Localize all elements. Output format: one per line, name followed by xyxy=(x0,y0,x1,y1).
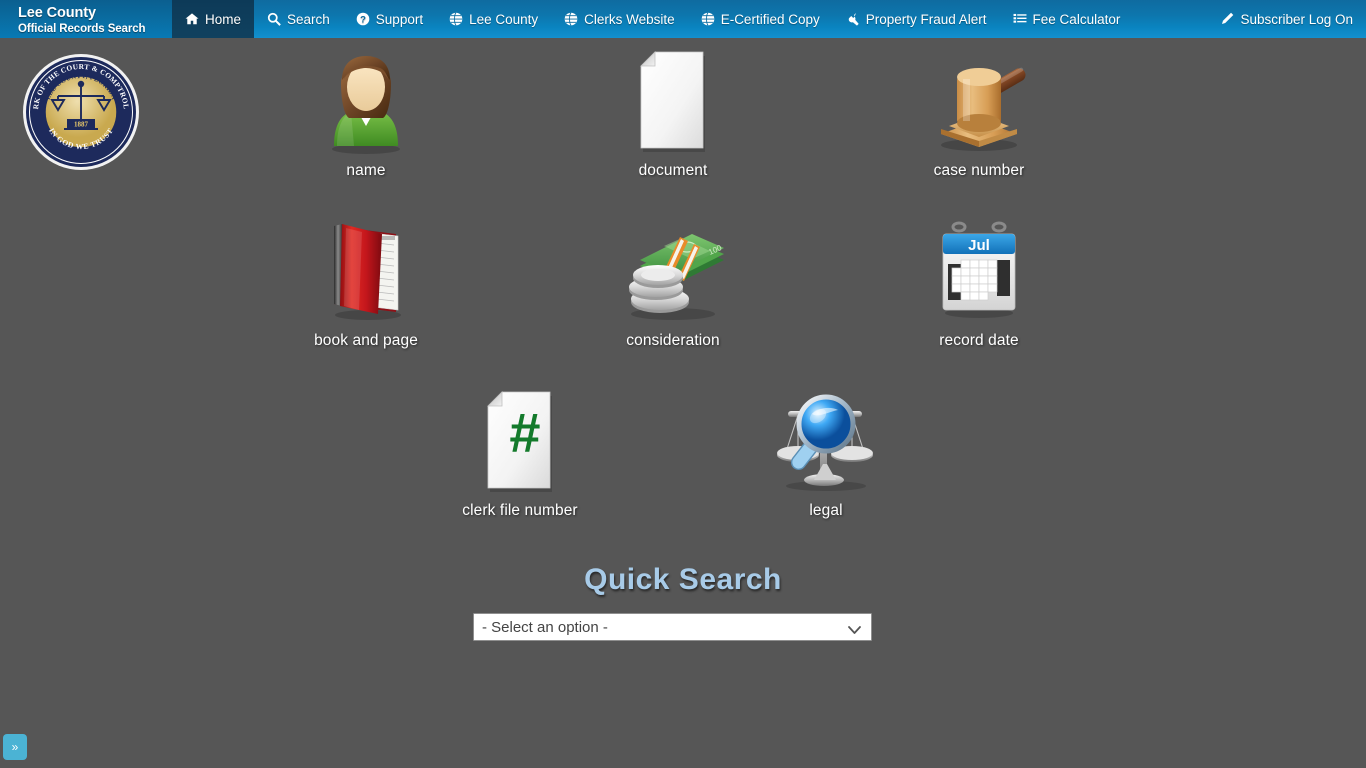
tile-name-label: name xyxy=(346,162,386,179)
search-icon xyxy=(267,12,281,26)
tile-document[interactable]: document xyxy=(573,42,773,180)
tile-consideration-label: consideration xyxy=(626,332,720,349)
nav-item-list: Home Search ? Support Lee County Clerks … xyxy=(172,0,1366,38)
gavel-icon xyxy=(879,42,1079,154)
globe-icon xyxy=(564,12,578,26)
nav-item-subscriber-log-on[interactable]: Subscriber Log On xyxy=(1207,0,1366,38)
globe-icon xyxy=(701,12,715,26)
tile-legal[interactable]: legal xyxy=(726,382,926,520)
tile-clerk-file-number-label: clerk file number xyxy=(462,502,578,519)
nav-item-support-label: Support xyxy=(375,11,424,27)
nav-item-home[interactable]: Home xyxy=(172,0,255,38)
nav-item-lee-county[interactable]: Lee County xyxy=(436,0,551,38)
wrench-icon xyxy=(846,12,860,26)
scales-magnifier-icon xyxy=(726,382,926,494)
pencil-icon xyxy=(1220,12,1234,26)
tile-clerk-file-number[interactable]: # clerk file number xyxy=(420,382,620,520)
top-navigation-bar: Lee County Official Records Search Home … xyxy=(0,0,1366,38)
tile-row-1: name document case number xyxy=(0,38,1366,208)
nav-item-support[interactable]: ? Support xyxy=(343,0,436,38)
calendar-month-label: Jul xyxy=(968,237,990,254)
list-icon xyxy=(1013,12,1027,26)
person-icon xyxy=(266,42,466,154)
nav-item-property-fraud-alert[interactable]: Property Fraud Alert xyxy=(833,0,1000,38)
nav-item-subscriber-log-on-label: Subscriber Log On xyxy=(1240,11,1353,27)
nav-item-search-label: Search xyxy=(287,11,330,27)
tile-legal-label: legal xyxy=(809,502,843,519)
nav-item-property-fraud-alert-label: Property Fraud Alert xyxy=(865,11,987,27)
nav-item-e-certified-copy-label: E-Certified Copy xyxy=(720,11,820,27)
tile-case-number-label: case number xyxy=(933,162,1025,179)
quick-search-select-wrap: - Select an option - xyxy=(473,613,872,641)
nav-item-lee-county-label: Lee County xyxy=(469,11,539,27)
tile-record-date[interactable]: Jul record date xyxy=(879,212,1079,350)
brand-subtitle: Official Records Search xyxy=(18,22,146,35)
sidebar-expand-toggle[interactable]: » xyxy=(3,734,27,760)
nav-item-search[interactable]: Search xyxy=(254,0,343,38)
red-book-icon xyxy=(266,212,466,324)
brand-title: Lee County xyxy=(18,5,96,22)
hash-page-icon: # xyxy=(420,382,620,494)
globe-icon xyxy=(449,12,463,26)
nav-item-clerks-website[interactable]: Clerks Website xyxy=(551,0,688,38)
document-icon xyxy=(573,42,773,154)
nav-item-clerks-website-label: Clerks Website xyxy=(584,11,675,27)
nav-item-fee-calculator[interactable]: Fee Calculator xyxy=(1000,0,1134,38)
money-coins-icon: 100 xyxy=(573,212,773,324)
nav-item-home-label: Home xyxy=(205,11,242,27)
brand-block[interactable]: Lee County Official Records Search xyxy=(0,0,172,38)
svg-text:?: ? xyxy=(360,15,366,26)
tile-document-label: document xyxy=(638,162,708,179)
tile-book-and-page-label: book and page xyxy=(314,332,418,349)
tile-row-3: # clerk file number legal xyxy=(0,378,1366,548)
home-icon xyxy=(185,12,199,26)
tile-book-and-page[interactable]: book and page xyxy=(266,212,466,350)
tile-row-2: book and page 100 consideration Jul reco… xyxy=(0,208,1366,378)
nav-item-fee-calculator-label: Fee Calculator xyxy=(1032,11,1121,27)
tile-consideration[interactable]: 100 consideration xyxy=(573,212,773,350)
calendar-icon: Jul xyxy=(879,212,1079,324)
tile-name[interactable]: name xyxy=(266,42,466,180)
quick-search-select[interactable]: - Select an option - xyxy=(473,613,872,641)
tile-record-date-label: record date xyxy=(939,332,1019,349)
nav-item-e-certified-copy[interactable]: E-Certified Copy xyxy=(688,0,833,38)
question-circle-icon: ? xyxy=(356,12,370,26)
tile-case-number[interactable]: case number xyxy=(879,42,1079,180)
quick-search-title: Quick Search xyxy=(584,563,782,596)
nav-right-group: Subscriber Log On xyxy=(1207,0,1366,38)
search-tile-grid: name document case number book and page … xyxy=(0,38,1366,548)
svg-text:#: # xyxy=(509,401,540,464)
